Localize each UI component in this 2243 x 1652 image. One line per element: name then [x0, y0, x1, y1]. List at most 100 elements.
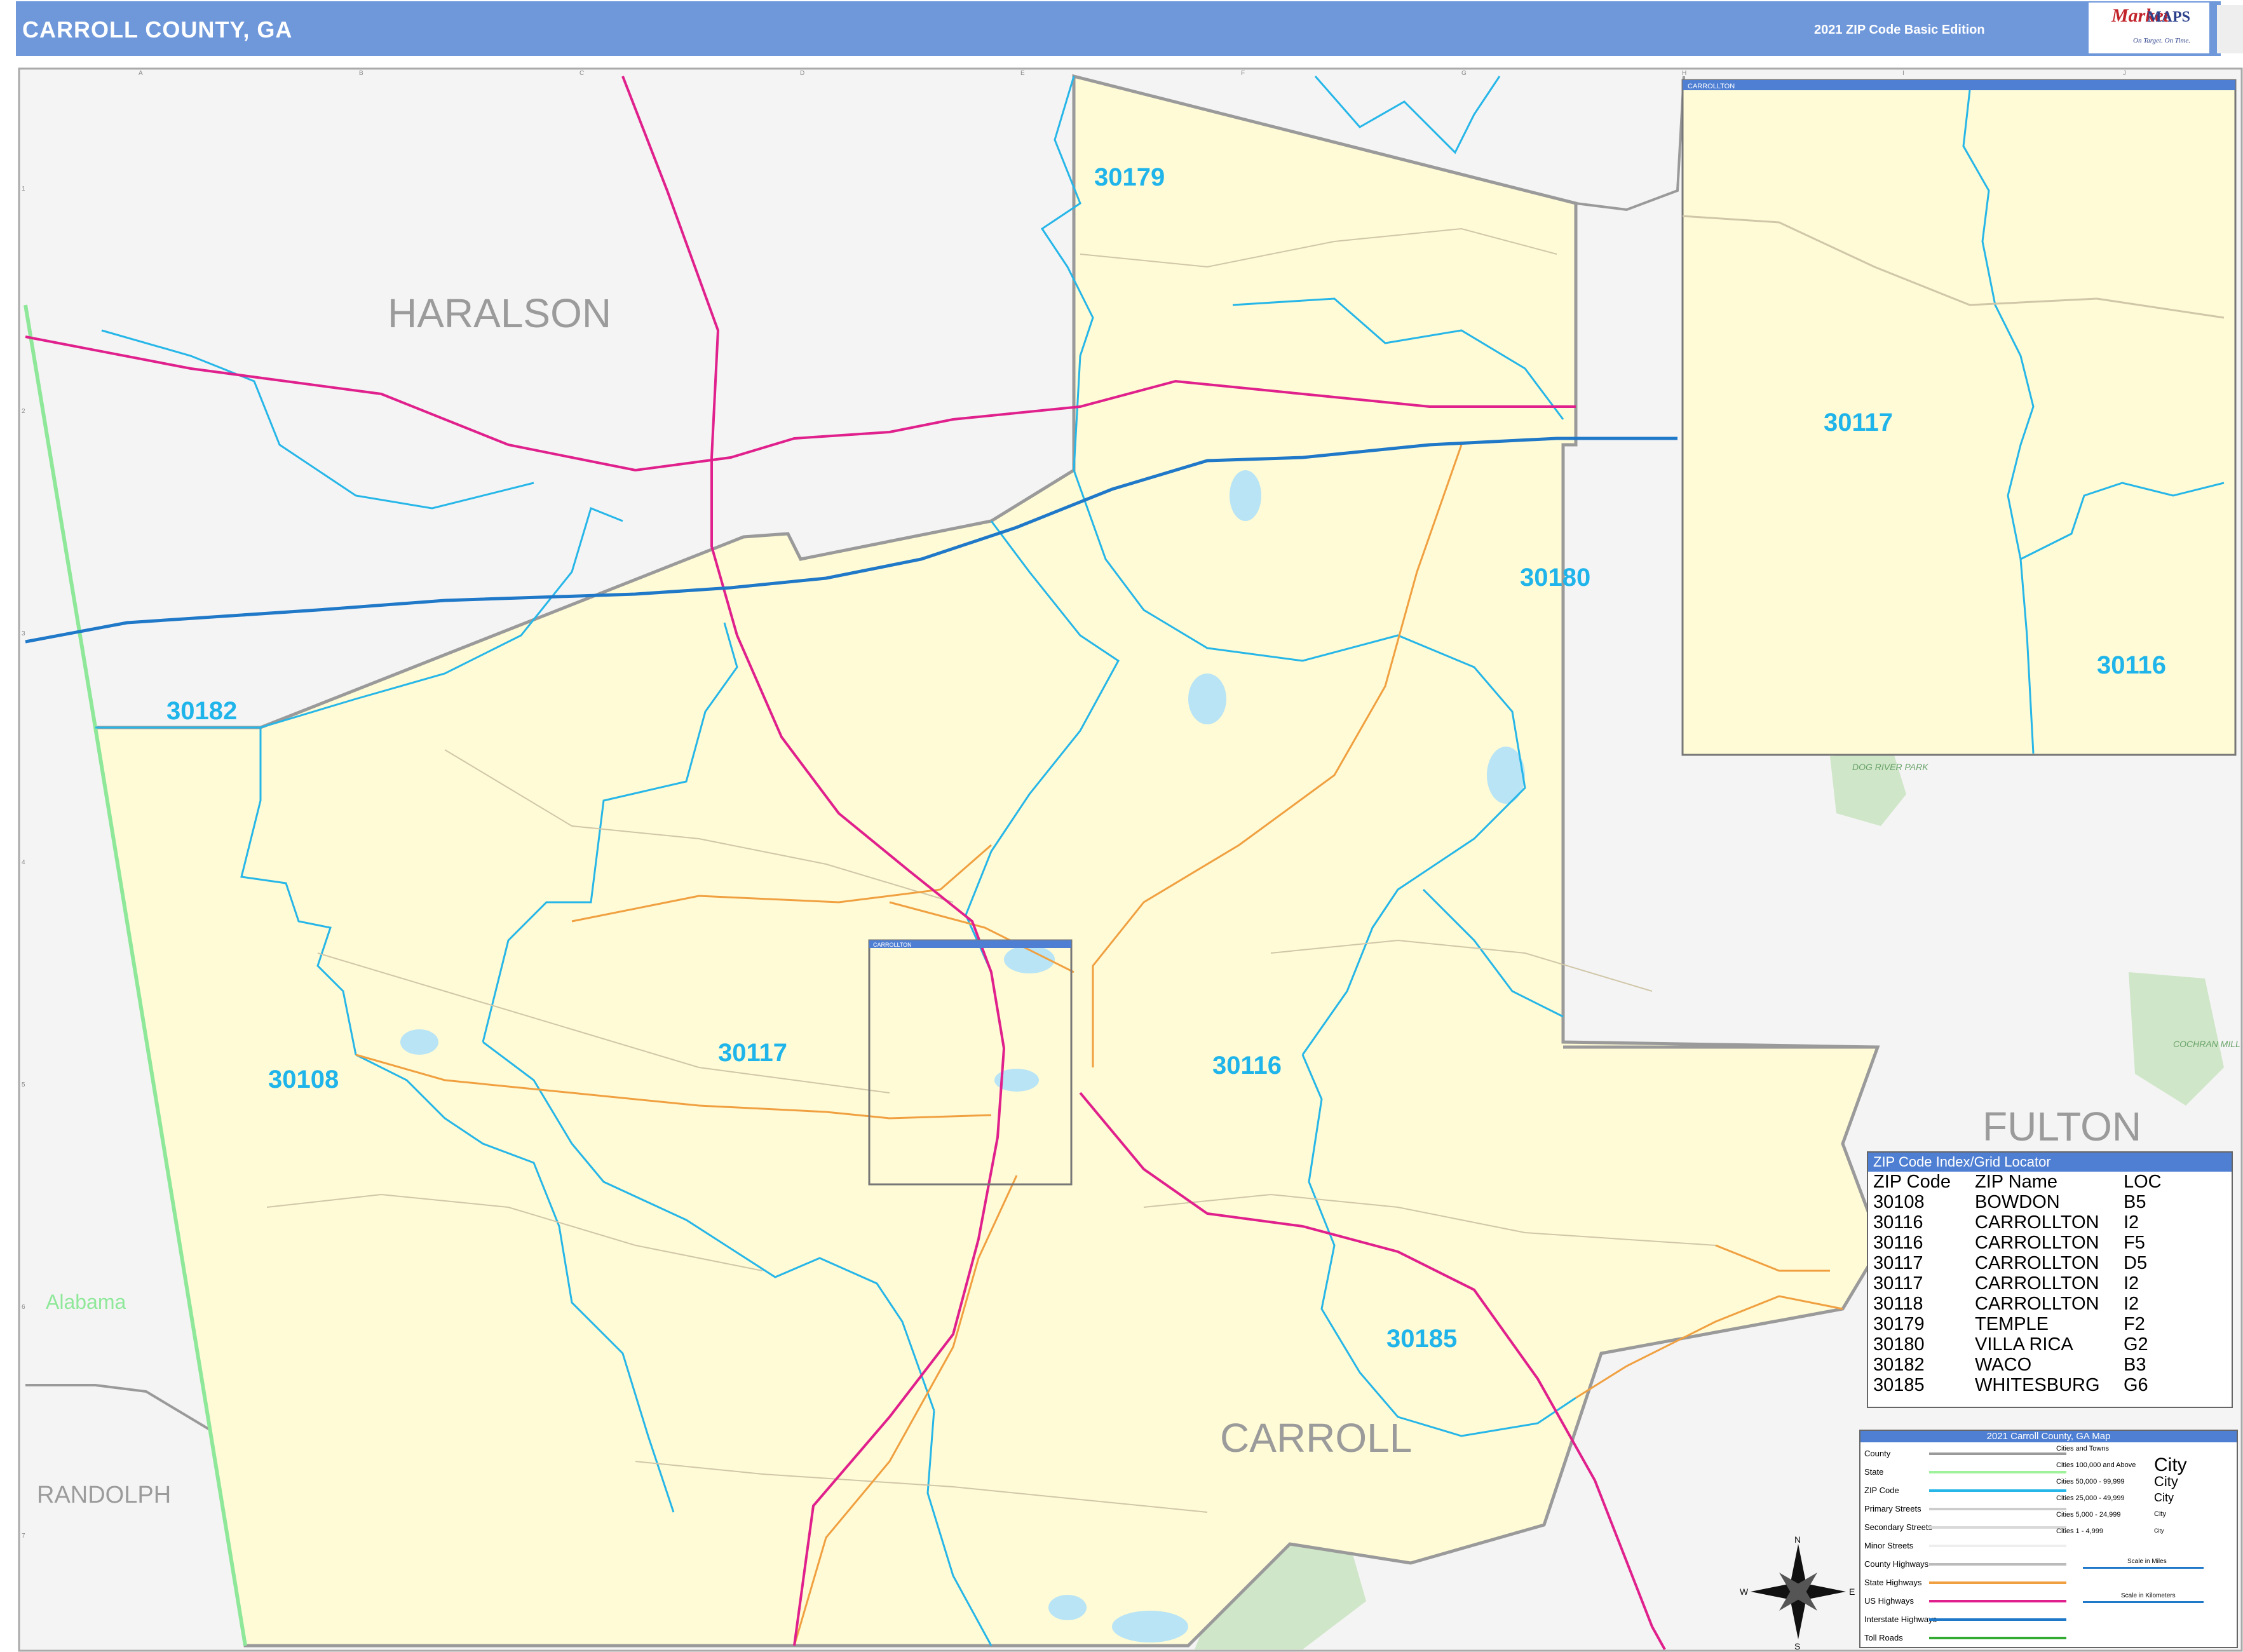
- table-row[interactable]: 30108 BOWDON B5: [1871, 1192, 2162, 1212]
- zip-cell: 30185: [1873, 1375, 1925, 1395]
- zip-label-30180[interactable]: 30180: [1520, 564, 1590, 592]
- legend-city-glyph: City: [2154, 1527, 2164, 1534]
- zip-index-header-zip: ZIP Code: [1873, 1172, 1951, 1192]
- zip-cell: 30117: [1873, 1273, 1923, 1294]
- table-row[interactable]: 30116 CARROLLTON F5: [1871, 1233, 2162, 1253]
- legend-item-swatch: [1929, 1637, 2066, 1639]
- zip-index-header-loc: LOC: [2124, 1172, 2162, 1192]
- table-row[interactable]: 30117 CARROLLTON D5: [1871, 1253, 2162, 1273]
- scale-km-bar: [2083, 1601, 2204, 1603]
- park-label-cochran-mill: COCHRAN MILL PARK: [2173, 1039, 2243, 1049]
- table-row[interactable]: 30179 TEMPLE F2: [1871, 1314, 2162, 1334]
- loc-cell: I2: [2124, 1294, 2139, 1314]
- loc-cell: D5: [2124, 1253, 2148, 1273]
- legend-item-swatch: [1929, 1452, 2066, 1455]
- scale-miles-label: Scale in Miles: [2127, 1558, 2167, 1565]
- grid-col-a: A: [139, 70, 143, 77]
- legend-item-label: County Highways: [1864, 1559, 1929, 1569]
- zip-name-cell: BOWDON: [1975, 1192, 2060, 1212]
- zip-label-30116[interactable]: 30116: [1212, 1052, 1282, 1080]
- region-label-haralson: HARALSON: [388, 290, 611, 336]
- region-label-alabama: Alabama: [46, 1290, 126, 1313]
- zip-name-cell: TEMPLE: [1975, 1314, 2049, 1334]
- legend-item-swatch: [1929, 1471, 2066, 1473]
- legend-item-swatch: [1929, 1545, 2066, 1547]
- scale-km-label: Scale in Kilometers: [2121, 1592, 2176, 1599]
- zip-index-header-row: ZIP Code ZIP Name LOC: [1871, 1172, 2162, 1192]
- loc-cell: G6: [2124, 1375, 2148, 1395]
- grid-col-j: J: [2123, 70, 2126, 77]
- region-label-carroll: CARROLL: [1220, 1415, 1412, 1461]
- loc-cell: G2: [2124, 1334, 2148, 1355]
- table-row[interactable]: 30118 CARROLLTON I2: [1871, 1294, 2162, 1314]
- table-row[interactable]: 30185 WHITESBURG G6: [1871, 1375, 2162, 1395]
- loc-cell: B5: [2124, 1192, 2146, 1212]
- zip-label-30185[interactable]: 30185: [1386, 1325, 1457, 1353]
- zip-cell: 30182: [1873, 1355, 1925, 1375]
- legend-city-glyph: City: [2154, 1454, 2187, 1475]
- zip-label-30182[interactable]: 30182: [166, 697, 237, 725]
- grid-row-1: 1: [22, 186, 25, 193]
- compass-e: E: [1849, 1587, 1855, 1597]
- zip-index-header-name: ZIP Name: [1975, 1172, 2058, 1192]
- zip-label-30108[interactable]: 30108: [268, 1066, 339, 1093]
- table-row[interactable]: 30182 WACO B3: [1871, 1355, 2162, 1375]
- cities-header: Cities and Towns: [2056, 1445, 2109, 1452]
- grid-col-d: D: [800, 70, 804, 77]
- region-label-randolph: RANDOLPH: [37, 1482, 171, 1508]
- loc-cell: B3: [2124, 1355, 2146, 1375]
- loc-cell: I2: [2124, 1273, 2139, 1294]
- zip-cell: 30117: [1873, 1253, 1923, 1273]
- grid-row-2: 2: [22, 408, 25, 415]
- inset-zip-label-30116: 30116: [2097, 651, 2166, 679]
- zip-name-cell: CARROLLTON: [1975, 1273, 2099, 1294]
- zip-label-30179[interactable]: 30179: [1094, 163, 1165, 191]
- loc-cell: F2: [2124, 1314, 2145, 1334]
- legend-item-swatch: [1929, 1489, 2066, 1492]
- zip-name-cell: CARROLLTON: [1975, 1212, 2099, 1233]
- grid-col-c: C: [579, 70, 584, 77]
- zip-name-cell: CARROLLTON: [1975, 1294, 2099, 1314]
- legend-item-swatch: [1929, 1581, 2066, 1584]
- legend-item-label: State: [1864, 1467, 1884, 1477]
- zip-label-30117[interactable]: 30117: [718, 1039, 787, 1067]
- legend-city-label: Cities 5,000 - 24,999: [2056, 1511, 2121, 1519]
- zip-index-table: ZIP Code ZIP Name LOC 30108 BOWDON B5 3011…: [1871, 1172, 2162, 1395]
- legend-item-swatch: [1929, 1508, 2066, 1510]
- loc-cell: F5: [2124, 1233, 2145, 1253]
- legend-city-label: Cities 100,000 and Above: [2056, 1461, 2136, 1469]
- zip-cell: 30180: [1873, 1334, 1925, 1355]
- grid-col-h: H: [1682, 70, 1686, 77]
- carrollton-locator-title: CARROLLTON: [873, 942, 912, 948]
- scale-miles-bar: [2083, 1567, 2204, 1569]
- legend-item-label: Interstate Highways: [1864, 1615, 1937, 1624]
- table-row[interactable]: 30116 CARROLLTON I2: [1871, 1212, 2162, 1233]
- carrollton-inset[interactable]: CARROLLTON 30117 30116: [1681, 79, 2237, 756]
- grid-col-b: B: [359, 70, 363, 77]
- compass-n: N: [1794, 1534, 1801, 1545]
- grid-col-f: F: [1241, 70, 1245, 77]
- zip-name-cell: VILLA RICA: [1975, 1334, 2073, 1355]
- legend-title: 2021 Carroll County, GA Map: [1860, 1431, 2237, 1442]
- legend-city-label: Cities 50,000 - 99,999: [2056, 1478, 2125, 1486]
- grid-row-5: 5: [22, 1081, 25, 1088]
- legend-item-swatch: [1929, 1618, 2066, 1621]
- grid-row-6: 6: [22, 1304, 25, 1311]
- zip-name-cell: CARROLLTON: [1975, 1253, 2099, 1273]
- grid-row-3: 3: [22, 630, 25, 637]
- legend-city-label: Cities 1 - 4,999: [2056, 1527, 2103, 1535]
- grid-col-i: I: [1902, 70, 1904, 77]
- legend-item-label: County: [1864, 1449, 1891, 1458]
- table-row[interactable]: 30117 CARROLLTON I2: [1871, 1273, 2162, 1294]
- legend-item-label: Minor Streets: [1864, 1541, 1914, 1550]
- inset-title: CARROLLTON: [1688, 83, 1735, 90]
- grid-col-e: E: [1020, 70, 1025, 77]
- legend-item-label: Toll Roads: [1864, 1633, 1903, 1642]
- zip-cell: 30118: [1873, 1294, 1923, 1314]
- legend-item-swatch: [1929, 1526, 2066, 1529]
- table-row[interactable]: 30180 VILLA RICA G2: [1871, 1334, 2162, 1355]
- legend-city-glyph: City: [2154, 1473, 2178, 1489]
- park-label-dog-river: DOG RIVER PARK: [1852, 762, 1928, 772]
- region-label-fulton: FULTON: [1982, 1104, 2141, 1149]
- grid-row-4: 4: [22, 859, 25, 866]
